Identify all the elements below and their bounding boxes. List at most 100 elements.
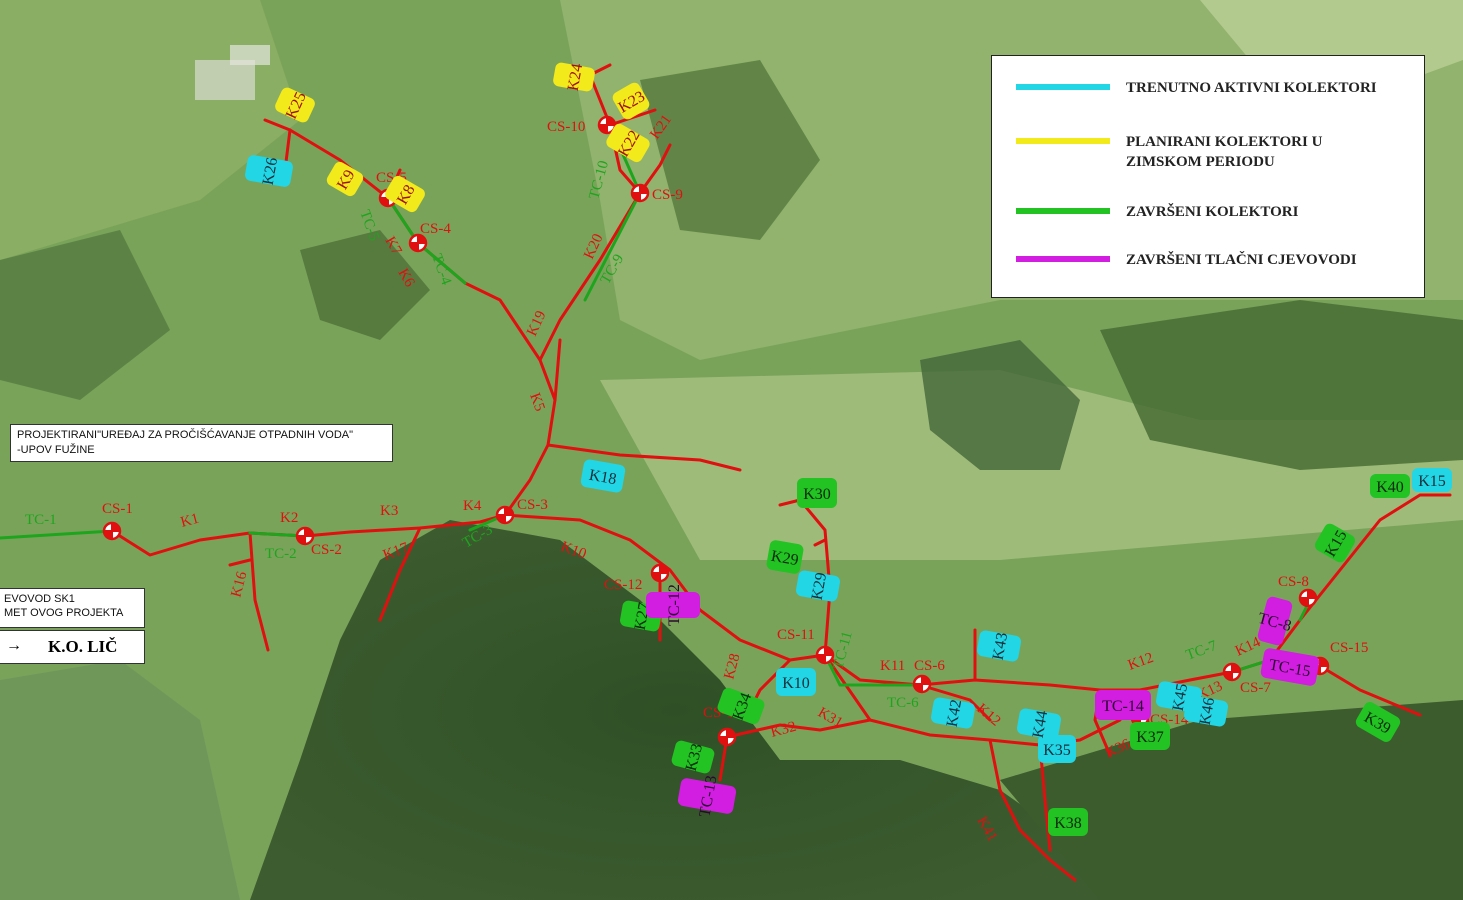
collector-label: K31 <box>815 705 845 732</box>
collector-label: K17 <box>381 540 411 564</box>
station-label: CS-1 <box>102 501 133 517</box>
pressure-line-label: TC-6 <box>887 695 919 711</box>
legend-swatch-pressure <box>1016 256 1110 262</box>
collector-tag-active: K42 <box>931 697 975 729</box>
station-label: CS-4 <box>420 221 451 237</box>
collector-tag-finished: K15 <box>1314 523 1356 563</box>
pumping-station: CS-6 <box>912 658 945 694</box>
collector-label: K28 <box>721 652 743 681</box>
pumping-station: CS-3 <box>495 497 548 525</box>
legend-item-active: TRENUTNO AKTIVNI KOLEKTORI <box>1016 78 1377 98</box>
pressure-line-label: TC-3 <box>460 522 495 552</box>
pumping-station: CS-9 <box>630 183 683 203</box>
pressure-line-label: TC-5 <box>356 208 382 243</box>
pressure-line-label: TC-1 <box>25 512 57 528</box>
pressure-tag-finished: TC-8 <box>1256 596 1293 646</box>
pressure-line-label: TC-9 <box>598 252 628 287</box>
pressure-line-label: TC-10 <box>586 159 612 201</box>
collector-tag-active: K10 <box>776 668 816 696</box>
collector-label: K12 <box>1126 650 1156 674</box>
upov-note-line2: -UPOV FUŽINE <box>17 444 95 456</box>
collector-label: K1 <box>179 511 201 531</box>
pumping-station: CS-12 <box>604 563 670 593</box>
station-label: CS-11 <box>777 627 815 643</box>
collector-tag-active: K26 <box>245 155 293 187</box>
legend-label-planned: PLANIRANI KOLEKTORI U ZIMSKOM PERIODU <box>1126 134 1323 170</box>
station-label: CS-7 <box>1240 680 1271 696</box>
legend-swatch-finished <box>1016 208 1110 214</box>
pumping-station: CS-4 <box>408 221 451 253</box>
collector-tag-active-text: K35 <box>1043 742 1071 759</box>
station-label: CS-15 <box>1330 640 1368 656</box>
collector-tag-planned: K23 <box>612 82 650 120</box>
collector-tag-planned: K25 <box>275 87 315 123</box>
collector-label: K10 <box>559 539 589 563</box>
collector-tag-active: K29 <box>796 570 840 602</box>
sk1-note-line1: EVOVOD SK1 <box>4 593 75 605</box>
ko-lic-box: → K.O. LIČ <box>0 630 145 664</box>
collector-tag-planned: K9 <box>326 161 364 197</box>
collector-label: K12 <box>973 701 1003 730</box>
upov-note: PROJEKTIRANI"UREĐAJ ZA PROČIŠĆAVANJE OTP… <box>10 424 393 462</box>
station-label: CS-6 <box>914 658 945 674</box>
legend-swatch-planned <box>1016 138 1110 144</box>
legend-swatch-active <box>1016 84 1110 90</box>
collector-label: K36 <box>1103 736 1134 762</box>
pressure-tag-finished-text: TC-14 <box>1102 698 1144 715</box>
legend-label-pressure: ZAVRŠENI TLAČNI CJEVOVODI <box>1126 252 1357 268</box>
pumping-station: CS-10 <box>547 115 617 135</box>
collector-label: K16 <box>228 569 250 599</box>
pressure-tag-finished: TC-13 <box>677 774 737 818</box>
collector-tag-finished: K40 <box>1370 474 1410 498</box>
collector-tag-finished: K38 <box>1048 808 1088 836</box>
station-label: CS-12 <box>604 577 642 593</box>
collector-tag-finished: K39 <box>1355 702 1401 742</box>
collector-label: K20 <box>581 232 606 262</box>
collector-label: K2 <box>280 510 298 526</box>
sk1-note-line2: MET OVOG PROJEKTA <box>4 607 124 619</box>
pumping-station: CS-1 <box>102 501 133 541</box>
collector-tag-finished-text: K38 <box>1054 815 1082 832</box>
legend-label-active: TRENUTNO AKTIVNI KOLEKTORI <box>1126 80 1377 96</box>
collector-tag-finished: K37 <box>1130 722 1170 750</box>
legend-label-finished: ZAVRŠENI KOLEKTORI <box>1126 204 1299 220</box>
collector-label: K3 <box>380 503 398 519</box>
station-label: CS-10 <box>547 119 585 135</box>
pumping-station: CS-11 <box>777 627 835 665</box>
collector-label: K19 <box>524 309 549 339</box>
pressure-tag-finished-text: TC-12 <box>666 584 683 626</box>
collector-tag-finished: K30 <box>797 478 837 508</box>
station-label: CS-3 <box>517 497 548 513</box>
pumping-station: CS-2 <box>295 526 342 558</box>
pumping-station: CS-15 <box>1310 640 1368 676</box>
collector-tag-active: K43 <box>977 630 1021 662</box>
pressure-tag-finished: TC-14 <box>1095 690 1151 720</box>
collector-tag-active: K18 <box>580 459 626 493</box>
collector-label: K4 <box>463 498 482 514</box>
pressure-line-label: TC-7 <box>1184 638 1220 664</box>
collector-tag-finished-text: K37 <box>1136 729 1164 746</box>
collector-tag-active-text: K15 <box>1418 473 1446 490</box>
map-legend: TRENUTNO AKTIVNI KOLEKTORI PLANIRANI KOL… <box>991 55 1425 298</box>
upov-note-line1: PROJEKTIRANI"UREĐAJ ZA PROČIŠĆAVANJE OTP… <box>17 429 354 441</box>
station-label: CS-8 <box>1278 574 1309 590</box>
ko-lic-label: K.O. LIČ <box>48 637 118 656</box>
station-label: CS-9 <box>652 187 683 203</box>
collector-tag-finished: K29 <box>766 540 804 574</box>
collector-tag-finished-text: K40 <box>1376 479 1404 496</box>
pressure-line-label: TC-4 <box>428 252 454 288</box>
collector-label: K21 <box>647 112 675 142</box>
collector-tag-active: K44 <box>1017 708 1061 740</box>
collector-label: K32 <box>769 719 798 741</box>
station-label: CS-2 <box>311 542 342 558</box>
arrow-right-icon: → <box>6 637 22 654</box>
collector-tag-active: K15 <box>1412 468 1452 492</box>
collector-tag-finished: K33 <box>671 740 715 774</box>
collector-label: K7 <box>382 234 405 258</box>
collector-label: K41 <box>974 814 1001 844</box>
legend-item-pressure: ZAVRŠENI TLAČNI CJEVOVODI <box>1016 250 1357 270</box>
pressure-line-label: TC-11 <box>830 630 855 671</box>
collector-label: K11 <box>880 658 905 674</box>
collector-tag-planned: K24 <box>553 62 595 92</box>
sk1-note: EVOVOD SK1 MET OVOG PROJEKTA <box>0 588 145 628</box>
